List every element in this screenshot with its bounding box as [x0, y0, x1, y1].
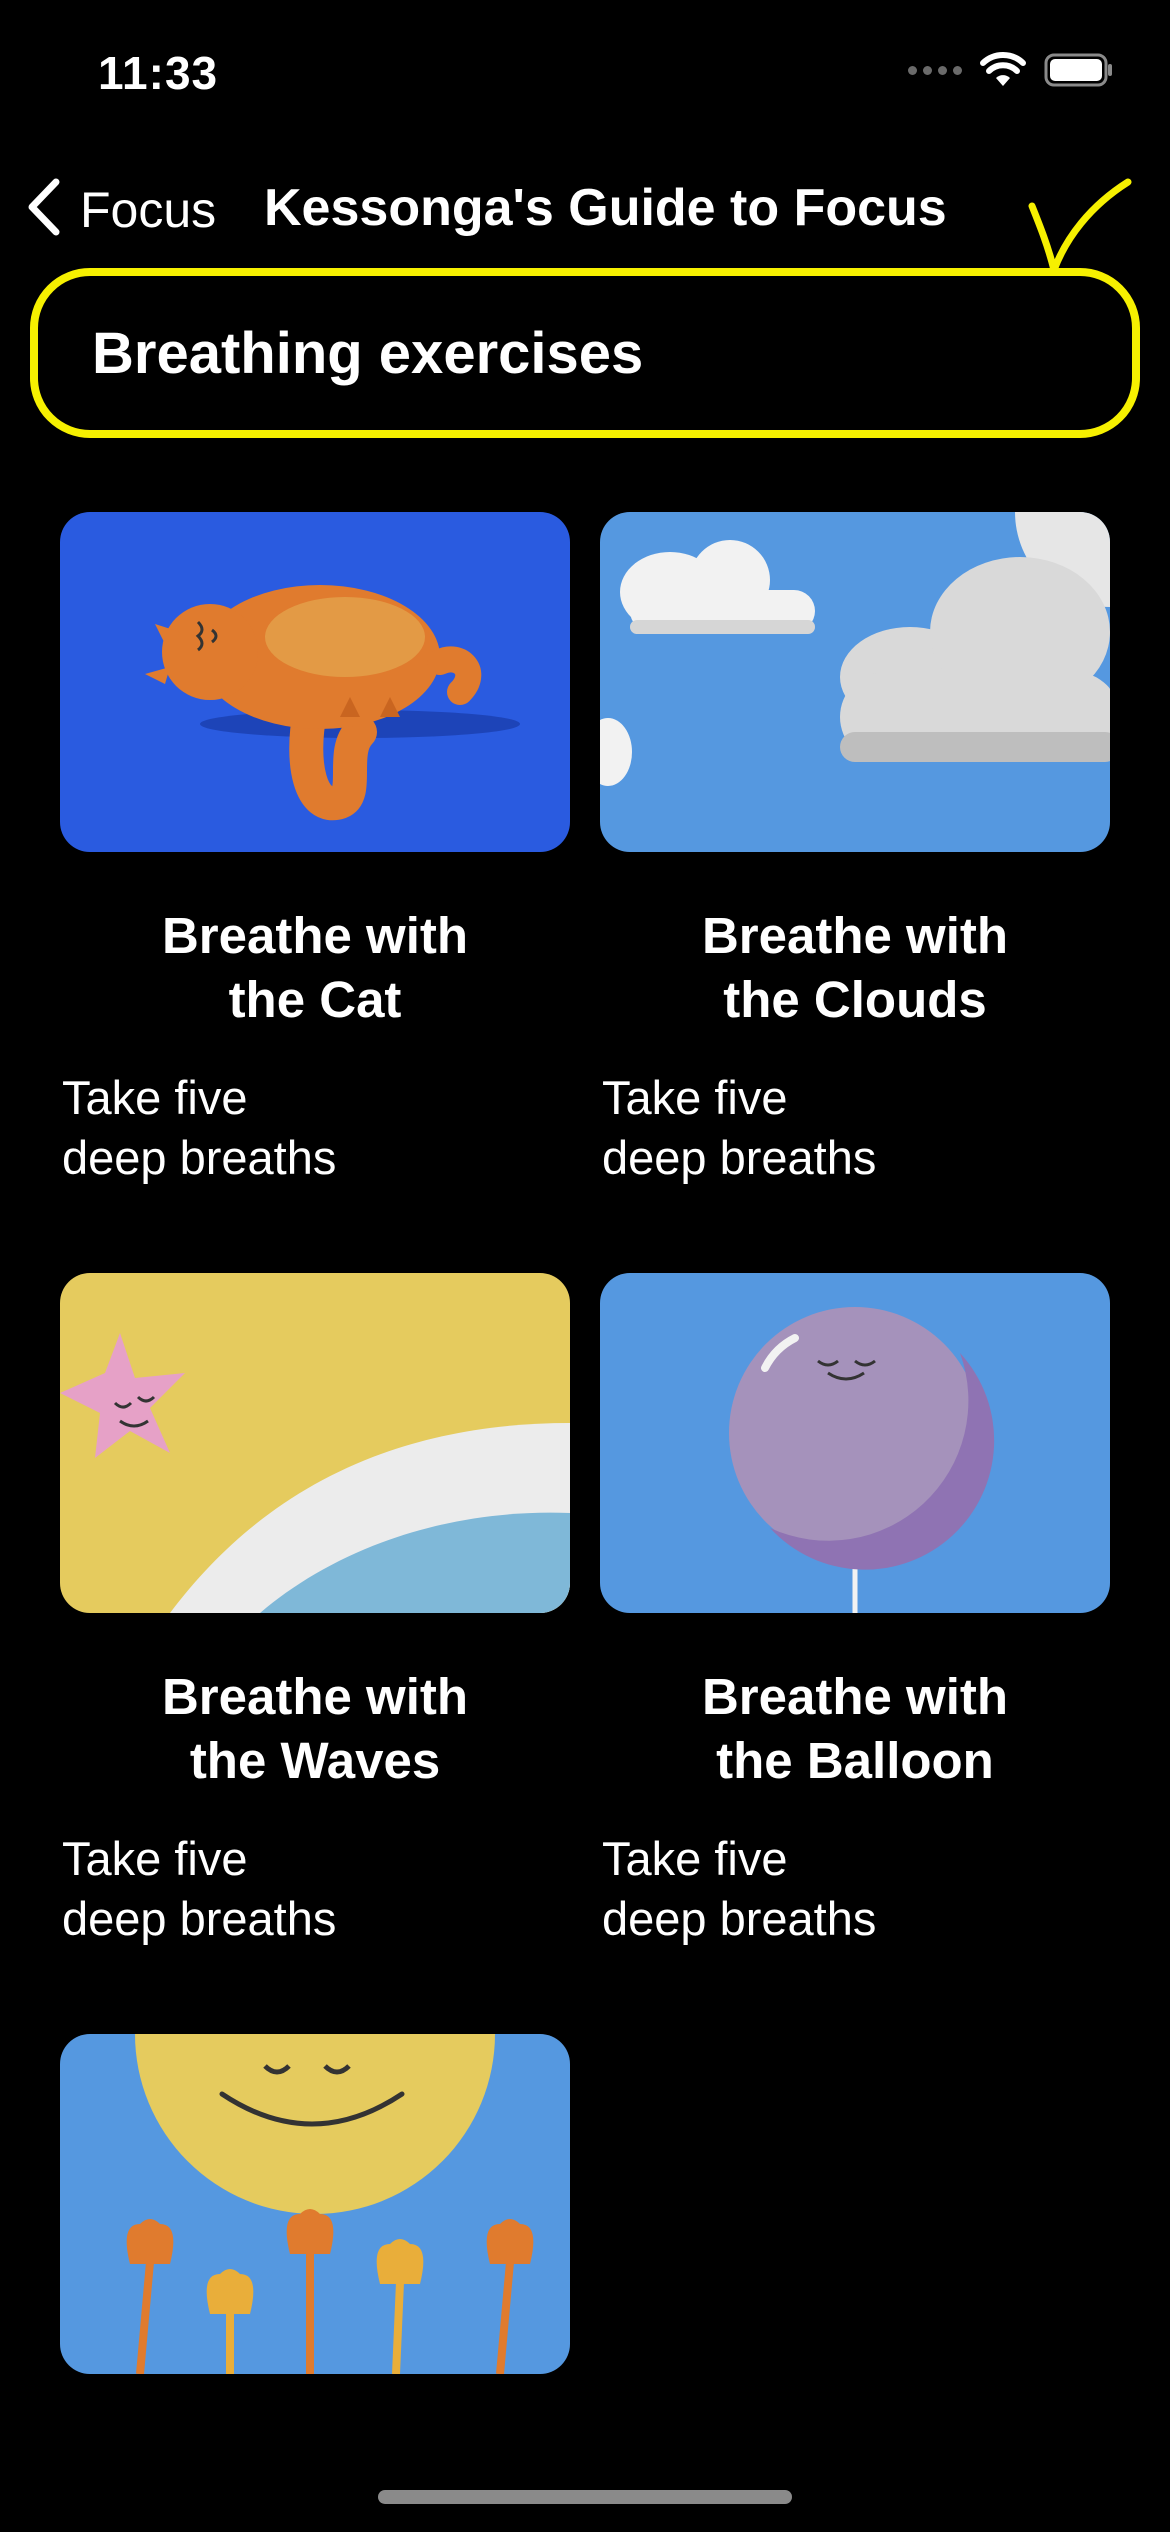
card-breathe-waves[interactable]: Breathe with the Waves Take five deep br… — [60, 1273, 570, 1949]
chevron-left-icon — [24, 176, 64, 243]
status-time: 11:33 — [98, 47, 219, 99]
card-breathe-balloon[interactable]: Breathe with the Balloon Take five deep … — [600, 1273, 1110, 1949]
battery-icon — [1044, 53, 1114, 87]
cat-illustration — [60, 512, 570, 852]
card-subtitle: Take five deep breaths — [62, 1832, 337, 1945]
card-subtitle: Take five deep breaths — [602, 1071, 877, 1184]
section-header-highlight: Breathing exercises — [30, 268, 1140, 438]
card-title: Breathe with the Cat — [161, 907, 469, 1028]
balloon-illustration — [600, 1273, 1110, 1613]
status-bar: 11:33 — [0, 0, 1170, 140]
sun-flowers-illustration — [60, 2034, 570, 2374]
card-title: Breathe with the Waves — [161, 1668, 469, 1789]
back-label: Focus — [80, 181, 217, 238]
wifi-icon — [980, 52, 1026, 88]
card-title: Breathe with the Clouds — [701, 907, 1009, 1028]
card-breathe-cat[interactable]: Breathe with the Cat Take five deep brea… — [60, 512, 570, 1188]
card-subtitle: Take five deep breaths — [602, 1832, 877, 1945]
clouds-illustration — [600, 512, 1110, 852]
starfish-waves-illustration — [60, 1273, 570, 1613]
status-icons — [908, 52, 1114, 88]
card-subtitle: Take five deep breaths — [62, 1071, 337, 1184]
section-title: Breathing exercises — [92, 321, 644, 386]
home-indicator[interactable] — [378, 2490, 792, 2504]
card-breathe-sun[interactable] — [60, 2034, 570, 2374]
card-title: Breathe with the Balloon — [701, 1668, 1009, 1789]
back-button[interactable]: Focus — [24, 176, 216, 243]
navigation-bar: Focus Kessonga's Guide to Focus — [0, 160, 1170, 260]
page-title: Kessonga's Guide to Focus — [264, 179, 947, 237]
card-breathe-clouds[interactable]: Breathe with the Clouds Take five deep b… — [600, 512, 1110, 1188]
signal-dots-icon — [908, 65, 962, 75]
